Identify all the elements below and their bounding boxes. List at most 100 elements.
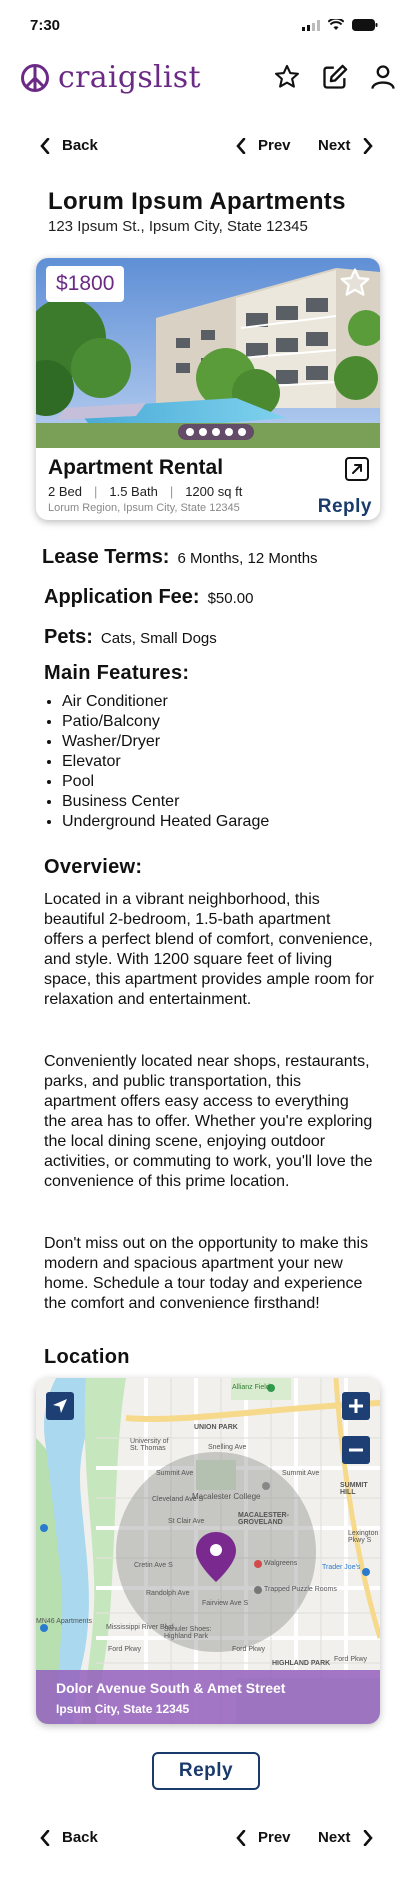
photo-dot[interactable]: [238, 428, 246, 436]
map-poi: UNION PARK: [194, 1424, 238, 1431]
photo-dot[interactable]: [199, 428, 207, 436]
chevron-right-icon: [363, 1829, 373, 1846]
star-icon: [274, 64, 300, 88]
next-button[interactable]: Next: [318, 137, 373, 154]
map-poi: Ford Pkwy: [334, 1656, 368, 1663]
open-external-button[interactable]: [344, 456, 370, 482]
divider: |: [169, 484, 174, 499]
map-poi: University of St. Thomas: [130, 1438, 169, 1452]
map-poi: St Clair Ave: [168, 1518, 205, 1525]
back-label: Back: [62, 137, 98, 154]
map-poi: Fairview Ave S: [202, 1600, 249, 1607]
map-address-overlay: Dolor Avenue South & Amet Street Ipsum C…: [36, 1670, 380, 1724]
top-nav: Back Prev Next: [0, 132, 414, 162]
list-item: Patio/Balcony: [62, 712, 269, 732]
map-city: Ipsum City, State 12345: [56, 1702, 190, 1716]
zoom-in-button[interactable]: [342, 1392, 370, 1420]
next-button[interactable]: Next: [318, 1829, 373, 1846]
beds-value: 2 Bed: [48, 484, 82, 499]
map-poi: MN46 Apartments: [36, 1618, 93, 1625]
lease-label: Lease Terms:: [42, 546, 170, 568]
lease-terms: Lease Terms: 6 Months, 12 Months: [42, 546, 318, 569]
open-external-icon: [345, 457, 369, 481]
map-poi: Trader Joe's: [322, 1564, 361, 1571]
divider: |: [93, 484, 98, 499]
status-time: 7:30: [30, 17, 61, 34]
favorite-button[interactable]: [338, 266, 372, 300]
overview-paragraph: Conveniently located near shops, restaur…: [44, 1053, 373, 1190]
list-item: Washer/Dryer: [62, 732, 269, 752]
wifi-icon: [328, 19, 344, 30]
photo-pagination[interactable]: [178, 424, 254, 440]
features-heading: Main Features:: [44, 662, 190, 684]
location-heading: Location: [44, 1346, 130, 1368]
card-region: Lorum Region, Ipsum City, State 12345: [48, 502, 240, 514]
map-poi: Ford Pkwy: [108, 1646, 142, 1653]
fee-value: $50.00: [207, 590, 254, 607]
edit-icon: [323, 64, 348, 89]
lease-value: 6 Months, 12 Months: [177, 550, 318, 567]
sqft-value: 1200 sq ft: [185, 484, 243, 499]
overview-paragraph: Located in a vibrant neighborhood, this …: [44, 891, 374, 1008]
back-button[interactable]: Back: [40, 137, 98, 154]
post-button[interactable]: [320, 62, 350, 92]
status-icons: [302, 19, 378, 31]
peace-logo-icon: [21, 63, 49, 92]
baths-value: 1.5 Bath: [109, 484, 158, 499]
page-title: Lorum Ipsum Apartments: [48, 188, 346, 215]
pets-label: Pets:: [44, 626, 93, 648]
price-badge: $1800: [46, 266, 125, 302]
map-poi: Allianz Field: [232, 1384, 270, 1391]
favorites-button[interactable]: [272, 62, 302, 92]
application-fee: Application Fee: $50.00: [44, 586, 253, 609]
list-item: Air Conditioner: [62, 692, 269, 712]
chevron-right-icon: [363, 137, 373, 154]
back-label: Back: [62, 1829, 98, 1846]
next-label: Next: [318, 137, 351, 154]
photo-dot[interactable]: [225, 428, 233, 436]
map-poi: Snelling Ave: [208, 1444, 247, 1451]
prev-button[interactable]: Prev: [236, 137, 291, 154]
star-icon: [340, 268, 370, 296]
account-button[interactable]: [368, 62, 398, 92]
listing-photo[interactable]: $1800: [36, 258, 380, 448]
next-label: Next: [318, 1829, 351, 1846]
chevron-left-icon: [236, 137, 246, 154]
pets-value: Cats, Small Dogs: [100, 630, 217, 647]
card-reply-button[interactable]: Reply: [318, 496, 372, 518]
map-poi: SUMMIT HILL: [340, 1482, 368, 1496]
map-poi: Summit Ave: [282, 1470, 320, 1477]
map-poi: Ford Pkwy: [232, 1646, 266, 1653]
listing-card[interactable]: $1800 Apartment Rental 2 Bed | 1.5 Bath …: [36, 258, 380, 520]
reply-button[interactable]: Reply: [152, 1752, 260, 1790]
map-street: Dolor Avenue South & Amet Street: [56, 1680, 286, 1696]
plus-icon: [349, 1399, 363, 1413]
prev-label: Prev: [258, 137, 291, 154]
listing-address: 123 Ipsum St., Ipsum City, State 12345: [48, 218, 308, 235]
overview-paragraph: Don't miss out on the opportunity to mak…: [44, 1235, 369, 1312]
pets: Pets: Cats, Small Dogs: [44, 626, 217, 649]
bottom-nav: Back Prev Next: [0, 1824, 414, 1854]
zoom-out-button[interactable]: [342, 1436, 370, 1464]
list-item: Underground Heated Garage: [62, 812, 269, 832]
list-item: Business Center: [62, 792, 269, 812]
back-button[interactable]: Back: [40, 1829, 98, 1846]
prev-button[interactable]: Prev: [236, 1829, 291, 1846]
photo-dot[interactable]: [186, 428, 194, 436]
locate-button[interactable]: [46, 1392, 74, 1420]
map-poi: Walgreens: [264, 1560, 298, 1567]
logo-text: craigslist: [58, 60, 201, 95]
chevron-left-icon: [236, 1829, 246, 1846]
photo-dot[interactable]: [212, 428, 220, 436]
prev-label: Prev: [258, 1829, 291, 1846]
map-poi: Schuler Shoes: Highland Park: [164, 1626, 212, 1640]
map-poi: Lexington Pkwy S: [348, 1530, 379, 1544]
location-map[interactable]: Allianz Field UNION PARK University of S…: [36, 1378, 380, 1724]
chevron-left-icon: [40, 1829, 50, 1846]
card-title: Apartment Rental: [48, 456, 224, 479]
battery-icon: [352, 19, 378, 31]
map-poi: MACALESTER-GROVELAND: [238, 1512, 289, 1526]
logo[interactable]: craigslist: [20, 60, 201, 95]
user-icon: [371, 65, 395, 90]
signal-icon: [302, 19, 320, 31]
